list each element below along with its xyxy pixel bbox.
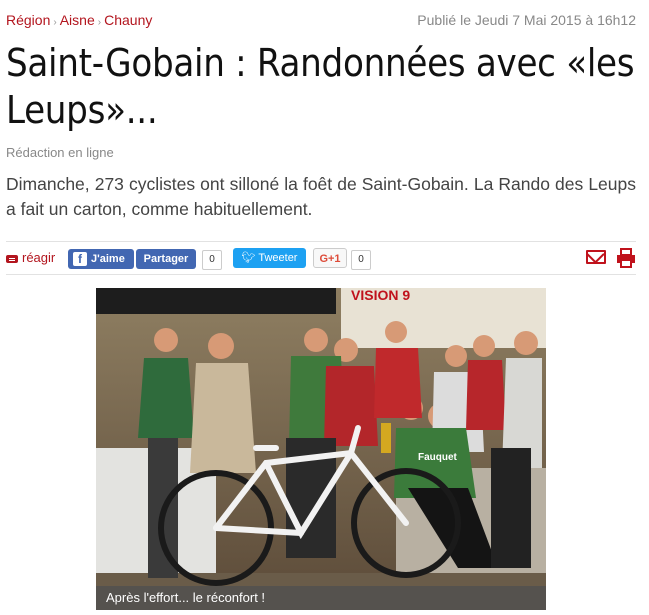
share-bar: réagir f J'aime Partager 0 🐦︎ Tweeter G+1…: [6, 241, 636, 275]
background-banner: [96, 288, 336, 314]
google-plus-button[interactable]: G+1: [313, 248, 347, 268]
cyclists-group-photo: VISION 9 Fauquet: [96, 288, 546, 610]
breadcrumb-item-aisne[interactable]: Aisne: [60, 12, 95, 28]
react-link[interactable]: réagir: [6, 250, 55, 265]
react-label: réagir: [22, 250, 56, 265]
jersey-sponsor-text: Fauquet: [418, 452, 458, 463]
facebook-share-button[interactable]: Partager: [136, 249, 196, 269]
article-lead: Dimanche, 273 cyclistes ont silloné la f…: [6, 174, 636, 219]
email-icon[interactable]: [586, 250, 606, 264]
tweet-label: Tweeter: [258, 252, 298, 264]
article-photo: VISION 9 Fauquet Après l'effort... le ré…: [96, 288, 546, 610]
sponsor-banner-text: VISION 9: [351, 288, 410, 303]
breadcrumb: Région › Aisne › Chauny: [6, 12, 152, 28]
facebook-icon: f: [73, 252, 87, 266]
tweet-button[interactable]: 🐦︎ Tweeter: [233, 248, 306, 268]
publication-date: Publié le Jeudi 7 Mai 2015 à 16h12: [417, 12, 636, 28]
breadcrumb-item-region[interactable]: Région: [6, 12, 50, 28]
article-author: Rédaction en ligne: [6, 145, 114, 160]
facebook-like-label: J'aime: [91, 253, 125, 265]
photo-caption: Après l'effort... le réconfort !: [96, 586, 546, 610]
google-plus-count: 0: [351, 250, 371, 270]
breadcrumb-separator: ›: [53, 17, 57, 28]
breadcrumb-separator: ›: [97, 17, 102, 28]
article-header-bar: Région › Aisne › Chauny Publié le Jeudi 7 Ma…: [6, 12, 636, 32]
article-title: Saint-Gobain : Randonnées avec «les Leup…: [6, 41, 635, 132]
facebook-like-button[interactable]: f J'aime: [68, 249, 134, 269]
breadcrumb-item-chauny[interactable]: Chauny: [104, 12, 152, 28]
facebook-share-count: 0: [202, 250, 222, 270]
trophy: [381, 423, 391, 453]
comment-icon: [6, 254, 18, 263]
print-icon[interactable]: [616, 248, 636, 268]
twitter-bird-icon: 🐦︎: [241, 252, 256, 264]
